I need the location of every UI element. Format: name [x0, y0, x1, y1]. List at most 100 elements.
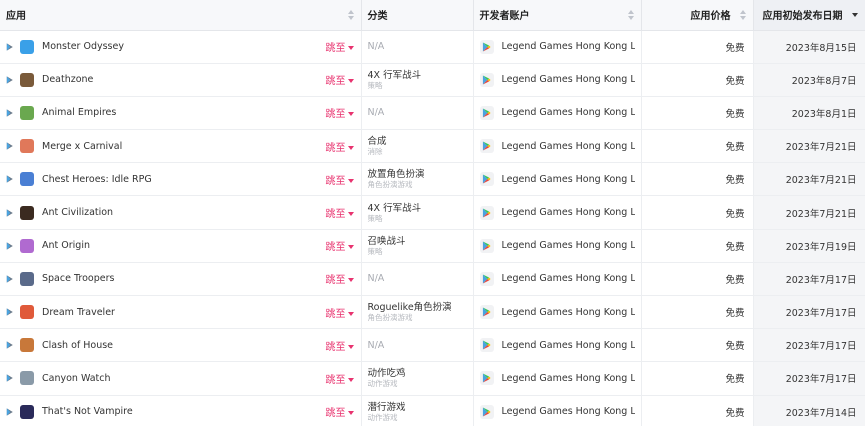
table-row[interactable]: Space Troopers 跳至 N/A Legend Games Hong …	[0, 262, 865, 297]
header-developer[interactable]: 开发者账户	[473, 0, 642, 31]
google-play-icon	[479, 305, 494, 320]
table-row[interactable]: Merge x Carnival 跳至 合成 消除 Legend Games H…	[0, 129, 865, 164]
sort-icon[interactable]	[739, 10, 746, 20]
jump-to-dropdown[interactable]: 跳至	[326, 338, 354, 353]
app-icon[interactable]	[20, 238, 34, 253]
developer-cell: Legend Games Hong Kong Limit	[473, 30, 642, 64]
jump-to-dropdown[interactable]: 跳至	[326, 39, 354, 54]
developer-name[interactable]: Legend Games Hong Kong Limit	[502, 240, 635, 251]
caret-down-icon	[347, 311, 354, 316]
app-icon[interactable]	[20, 205, 34, 220]
app-name[interactable]: Dream Traveler	[42, 307, 326, 318]
developer-name[interactable]: Legend Games Hong Kong Limit	[502, 141, 635, 152]
jump-to-dropdown[interactable]: 跳至	[326, 371, 354, 386]
caret-down-icon	[347, 79, 354, 84]
release-date-cell: 2023年8月15日	[753, 30, 865, 64]
header-category-label: 分类	[367, 11, 388, 23]
app-icon[interactable]	[20, 105, 34, 120]
category-main: N/A	[367, 339, 385, 351]
jump-to-dropdown[interactable]: 跳至	[326, 105, 354, 120]
developer-name[interactable]: Legend Games Hong Kong Limit	[502, 207, 635, 218]
jump-to-dropdown[interactable]: 跳至	[326, 139, 354, 154]
jump-to-dropdown[interactable]: 跳至	[326, 305, 354, 320]
app-name[interactable]: Space Troopers	[42, 273, 326, 284]
category-main: Roguelike角色扮演	[367, 302, 452, 314]
app-icon[interactable]	[20, 305, 34, 320]
app-name[interactable]: Monster Odyssey	[42, 41, 326, 52]
jump-label: 跳至	[325, 308, 346, 320]
sort-icon[interactable]	[627, 10, 634, 20]
google-play-icon	[6, 175, 13, 183]
app-icon[interactable]	[20, 172, 34, 187]
developer-cell: Legend Games Hong Kong Limit	[473, 229, 642, 263]
jump-to-dropdown[interactable]: 跳至	[326, 238, 354, 253]
app-icon[interactable]	[20, 72, 34, 87]
google-play-icon	[6, 341, 13, 349]
app-name[interactable]: Clash of House	[42, 340, 326, 351]
jump-to-dropdown[interactable]: 跳至	[326, 72, 354, 87]
table-row[interactable]: That's Not Vampire 跳至 潜行游戏 动作游戏 Legend G…	[0, 395, 865, 426]
category-cell: N/A	[361, 96, 474, 131]
app-name[interactable]: Canyon Watch	[42, 373, 326, 384]
table-row[interactable]: Canyon Watch 跳至 动作吃鸡 动作游戏 Legend Games H…	[0, 361, 865, 396]
developer-name[interactable]: Legend Games Hong Kong Limit	[502, 307, 635, 318]
jump-to-dropdown[interactable]: 跳至	[326, 205, 354, 220]
developer-cell: Legend Games Hong Kong Limit	[473, 63, 642, 97]
release-date-cell: 2023年7月17日	[753, 361, 865, 396]
developer-name[interactable]: Legend Games Hong Kong Limit	[502, 41, 635, 52]
developer-name[interactable]: Legend Games Hong Kong Limit	[502, 174, 635, 185]
developer-name[interactable]: Legend Games Hong Kong Limit	[502, 74, 635, 85]
table-row[interactable]: Monster Odyssey 跳至 N/A Legend Games Hong…	[0, 30, 865, 64]
header-price[interactable]: 应用价格	[641, 0, 754, 31]
app-name[interactable]: Animal Empires	[42, 107, 326, 118]
app-icon[interactable]	[20, 271, 34, 286]
price-cell: 免费	[641, 195, 754, 230]
app-name[interactable]: Ant Origin	[42, 240, 326, 251]
google-play-icon	[479, 404, 494, 419]
category-cell: 合成 消除	[361, 129, 474, 164]
jump-label: 跳至	[325, 43, 346, 55]
google-play-icon	[479, 139, 494, 154]
table-row[interactable]: Deathzone 跳至 4X 行军战斗 策略 Legend Games Hon…	[0, 63, 865, 97]
table-row[interactable]: Clash of House 跳至 N/A Legend Games Hong …	[0, 328, 865, 363]
developer-cell: Legend Games Hong Kong Limit	[473, 262, 642, 297]
app-name[interactable]: Ant Civilization	[42, 207, 326, 218]
sort-desc-icon[interactable]	[851, 10, 858, 20]
category-sub: 动作游戏	[367, 379, 398, 389]
table-row[interactable]: Dream Traveler 跳至 Roguelike角色扮演 角色扮演游戏 L…	[0, 295, 865, 330]
table-row[interactable]: Animal Empires 跳至 N/A Legend Games Hong …	[0, 96, 865, 131]
sort-icon[interactable]	[347, 10, 354, 20]
release-date-cell: 2023年7月17日	[753, 295, 865, 330]
table-row[interactable]: Chest Heroes: Idle RPG 跳至 放置角色扮演 角色扮演游戏 …	[0, 162, 865, 197]
category-main: 合成	[367, 136, 387, 148]
developer-name[interactable]: Legend Games Hong Kong Limit	[502, 373, 635, 384]
table-row[interactable]: Ant Origin 跳至 召唤战斗 策略 Legend Games Hong …	[0, 229, 865, 263]
developer-name[interactable]: Legend Games Hong Kong Limit	[502, 406, 635, 417]
app-name[interactable]: Deathzone	[42, 74, 326, 85]
jump-to-dropdown[interactable]: 跳至	[326, 404, 354, 419]
app-cell: Merge x Carnival 跳至	[0, 129, 362, 164]
app-name[interactable]: Merge x Carnival	[42, 141, 326, 152]
app-icon[interactable]	[20, 139, 34, 154]
developer-cell: Legend Games Hong Kong Limit	[473, 195, 642, 230]
google-play-icon	[479, 238, 494, 253]
developer-name[interactable]: Legend Games Hong Kong Limit	[502, 273, 635, 284]
app-cell: Space Troopers 跳至	[0, 262, 362, 297]
app-cell: Chest Heroes: Idle RPG 跳至	[0, 162, 362, 197]
google-play-icon	[6, 242, 13, 250]
price-cell: 免费	[641, 162, 754, 197]
app-name[interactable]: That's Not Vampire	[42, 406, 326, 417]
app-icon[interactable]	[20, 404, 34, 419]
developer-name[interactable]: Legend Games Hong Kong Limit	[502, 107, 635, 118]
app-icon[interactable]	[20, 371, 34, 386]
app-icon[interactable]	[20, 338, 34, 353]
jump-to-dropdown[interactable]: 跳至	[326, 271, 354, 286]
table-row[interactable]: Ant Civilization 跳至 4X 行军战斗 策略 Legend Ga…	[0, 195, 865, 230]
header-release-date[interactable]: 应用初始发布日期	[753, 0, 865, 31]
header-app[interactable]: 应用	[0, 0, 362, 31]
jump-to-dropdown[interactable]: 跳至	[326, 172, 354, 187]
app-icon[interactable]	[20, 39, 34, 54]
developer-name[interactable]: Legend Games Hong Kong Limit	[502, 340, 635, 351]
app-name[interactable]: Chest Heroes: Idle RPG	[42, 174, 326, 185]
table-header-row: 应用 分类 开发者账户 应用价格 应用初始发布日期	[0, 0, 865, 31]
